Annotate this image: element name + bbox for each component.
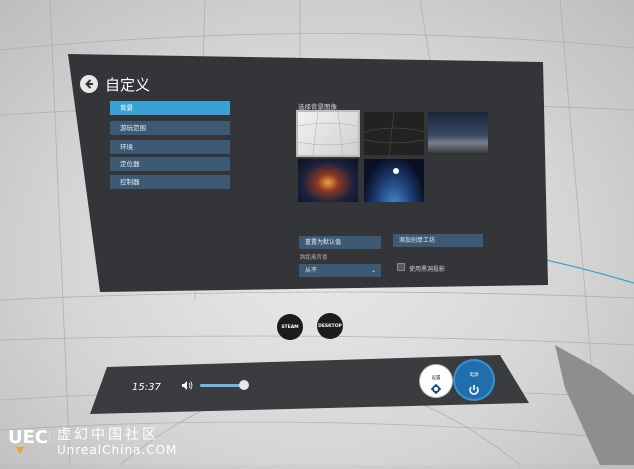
chevron-down-icon: ⌄: [370, 267, 376, 274]
nav-item-label: 控制器: [120, 178, 140, 186]
clock: 15:37: [132, 382, 161, 393]
reset-default-label: 重置为默认值: [305, 239, 342, 246]
volume-icon[interactable]: [181, 380, 193, 391]
nav-item-label: 环境: [120, 143, 133, 151]
thumbnail-white-room[interactable]: [296, 110, 360, 157]
page-title: 自定义: [105, 76, 151, 94]
nav-item-environment[interactable]: 环境: [110, 140, 230, 154]
back-button[interactable]: [80, 75, 98, 93]
nav-item-label: 背景: [120, 104, 133, 112]
gear-icon: [431, 384, 441, 394]
fade-dropdown-value: 从不: [305, 267, 318, 274]
background-section-header: 选择背景图像: [298, 103, 337, 111]
thumbnail-dark-wireframe[interactable]: [363, 111, 425, 156]
power-label: 电源: [469, 373, 479, 378]
thumbnail-night-horizon[interactable]: [428, 112, 488, 155]
nav-item-controller[interactable]: 控制器: [110, 175, 230, 189]
thumbnail-city-night[interactable]: [298, 159, 358, 202]
thumbnail-earth-orbit[interactable]: [364, 159, 424, 202]
arrow-left-icon: [85, 79, 93, 89]
svg-text:UECN: UECN: [8, 427, 50, 448]
power-icon: [469, 385, 479, 395]
watermark-url: UnrealChina.COM: [57, 443, 178, 457]
fade-background-label: 跨距离背景: [300, 255, 328, 261]
add-workshop-button[interactable]: 添加创意工坊: [393, 234, 483, 247]
shadow-shape: [555, 345, 634, 465]
nav-item-background[interactable]: 背景: [110, 101, 230, 115]
watermark-title: 虚幻中国社区: [57, 427, 159, 443]
black-hole-checkbox-label: 使用黑洞投影: [409, 266, 446, 273]
volume-slider-handle[interactable]: [239, 380, 249, 390]
nav-item-play-area[interactable]: 游玩范围: [110, 121, 230, 135]
reset-default-button[interactable]: 重置为默认值: [299, 236, 381, 249]
add-workshop-label: 添加创意工坊: [399, 237, 436, 244]
black-hole-checkbox[interactable]: [397, 263, 405, 271]
steam-button-label: STEAM: [281, 324, 299, 330]
desktop-button[interactable]: DESKTOP: [317, 313, 343, 339]
settings-label: 设置: [431, 376, 441, 381]
nav-item-locator[interactable]: 定位器: [110, 157, 230, 171]
desktop-button-label: DESKTOP: [318, 323, 342, 329]
nav-item-label: 定位器: [120, 160, 140, 168]
nav-item-label: 游玩范围: [120, 124, 146, 132]
fade-dropdown[interactable]: 从不 ⌄: [299, 264, 381, 277]
volume-slider[interactable]: [200, 384, 244, 387]
steam-button[interactable]: STEAM: [277, 314, 303, 340]
watermark-logo: UECN: [8, 427, 50, 454]
